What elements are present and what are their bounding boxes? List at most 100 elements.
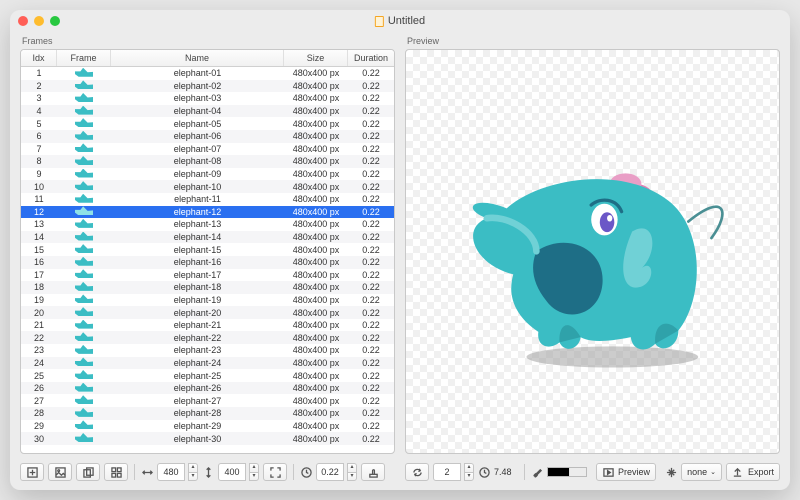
- height-step-up[interactable]: ▴: [249, 463, 259, 472]
- table-row[interactable]: 27elephant-27480x400 px0.22: [21, 394, 394, 407]
- width-step-down[interactable]: ▾: [188, 472, 198, 481]
- cell-size: 480x400 px: [284, 144, 348, 154]
- frame-number-input[interactable]: 2: [433, 463, 461, 481]
- table-row[interactable]: 3elephant-03480x400 px0.22: [21, 92, 394, 105]
- table-row[interactable]: 17elephant-17480x400 px0.22: [21, 269, 394, 282]
- grid-view-button[interactable]: [104, 463, 128, 481]
- table-row[interactable]: 5elephant-05480x400 px0.22: [21, 117, 394, 130]
- table-row[interactable]: 23elephant-23480x400 px0.22: [21, 344, 394, 357]
- height-step-down[interactable]: ▾: [249, 472, 259, 481]
- width-step-up[interactable]: ▴: [188, 463, 198, 472]
- preview-button[interactable]: Preview: [596, 463, 656, 481]
- duplicate-button[interactable]: [76, 463, 100, 481]
- col-frame[interactable]: Frame: [57, 50, 111, 66]
- cell-name: elephant-11: [111, 194, 284, 204]
- table-row[interactable]: 19elephant-19480x400 px0.22: [21, 294, 394, 307]
- table-row[interactable]: 20elephant-20480x400 px0.22: [21, 306, 394, 319]
- table-row[interactable]: 28elephant-28480x400 px0.22: [21, 407, 394, 420]
- zoom-window-button[interactable]: [50, 16, 60, 26]
- table-row[interactable]: 21elephant-21480x400 px0.22: [21, 319, 394, 332]
- cell-duration: 0.22: [348, 232, 394, 242]
- total-time-value: 7.48: [494, 467, 518, 477]
- elephant-thumbnail-icon: [75, 106, 93, 115]
- col-duration[interactable]: Duration: [348, 50, 394, 66]
- frames-table-body[interactable]: 1elephant-01480x400 px0.222elephant-0248…: [21, 67, 394, 453]
- cell-size: 480x400 px: [284, 333, 348, 343]
- cell-name: elephant-09: [111, 169, 284, 179]
- cell-name: elephant-01: [111, 68, 284, 78]
- cell-duration: 0.22: [348, 257, 394, 267]
- apply-duration-button[interactable]: [361, 463, 385, 481]
- background-color-swatch[interactable]: [547, 467, 587, 477]
- height-input[interactable]: 400: [218, 463, 246, 481]
- cell-idx: 12: [21, 207, 57, 217]
- export-button[interactable]: Export: [726, 463, 780, 481]
- import-image-button[interactable]: [48, 463, 72, 481]
- preview-canvas[interactable]: [405, 49, 780, 454]
- cell-thumbnail: [57, 345, 111, 356]
- cell-idx: 29: [21, 421, 57, 431]
- cell-duration: 0.22: [348, 207, 394, 217]
- elephant-thumbnail-icon: [75, 219, 93, 228]
- table-row[interactable]: 1elephant-01480x400 px0.22: [21, 67, 394, 80]
- duration-step-down[interactable]: ▾: [347, 472, 357, 481]
- table-row[interactable]: 16elephant-16480x400 px0.22: [21, 256, 394, 269]
- cell-size: 480x400 px: [284, 282, 348, 292]
- table-row[interactable]: 14elephant-14480x400 px0.22: [21, 231, 394, 244]
- cell-size: 480x400 px: [284, 219, 348, 229]
- cell-name: elephant-04: [111, 106, 284, 116]
- table-row[interactable]: 25elephant-25480x400 px0.22: [21, 369, 394, 382]
- table-row[interactable]: 8elephant-08480x400 px0.22: [21, 155, 394, 168]
- cell-duration: 0.22: [348, 81, 394, 91]
- elephant-thumbnail-icon: [75, 345, 93, 354]
- cell-thumbnail: [57, 232, 111, 243]
- table-row[interactable]: 11elephant-11480x400 px0.22: [21, 193, 394, 206]
- table-row[interactable]: 15elephant-15480x400 px0.22: [21, 243, 394, 256]
- cell-idx: 27: [21, 396, 57, 406]
- add-frame-button[interactable]: [20, 463, 44, 481]
- table-row[interactable]: 2elephant-02480x400 px0.22: [21, 80, 394, 93]
- cell-thumbnail: [57, 269, 111, 280]
- cell-duration: 0.22: [348, 308, 394, 318]
- cell-thumbnail: [57, 194, 111, 205]
- loop-button[interactable]: [405, 463, 429, 481]
- cell-name: elephant-20: [111, 308, 284, 318]
- cell-thumbnail: [57, 244, 111, 255]
- table-row[interactable]: 6elephant-06480x400 px0.22: [21, 130, 394, 143]
- table-row[interactable]: 26elephant-26480x400 px0.22: [21, 382, 394, 395]
- col-idx[interactable]: Idx: [21, 50, 57, 66]
- col-name[interactable]: Name: [111, 50, 284, 66]
- chevron-updown-icon: ⌄: [710, 469, 716, 476]
- table-row[interactable]: 4elephant-04480x400 px0.22: [21, 105, 394, 118]
- table-row[interactable]: 9elephant-09480x400 px0.22: [21, 168, 394, 181]
- duration-input[interactable]: 0.22: [316, 463, 344, 481]
- table-row[interactable]: 10elephant-10480x400 px0.22: [21, 180, 394, 193]
- elephant-thumbnail-icon: [75, 320, 93, 329]
- frame-step-up[interactable]: ▴: [464, 463, 474, 472]
- cell-size: 480x400 px: [284, 295, 348, 305]
- table-row[interactable]: 24elephant-24480x400 px0.22: [21, 357, 394, 370]
- cell-idx: 4: [21, 106, 57, 116]
- cell-duration: 0.22: [348, 358, 394, 368]
- table-row[interactable]: 13elephant-13480x400 px0.22: [21, 218, 394, 231]
- duration-step-up[interactable]: ▴: [347, 463, 357, 472]
- table-row[interactable]: 18elephant-18480x400 px0.22: [21, 281, 394, 294]
- titlebar: Untitled: [10, 10, 790, 32]
- cell-duration: 0.22: [348, 169, 394, 179]
- cell-size: 480x400 px: [284, 345, 348, 355]
- table-row[interactable]: 12elephant-12480x400 px0.22: [21, 206, 394, 219]
- apply-size-button[interactable]: [263, 463, 287, 481]
- minimize-window-button[interactable]: [34, 16, 44, 26]
- table-row[interactable]: 22elephant-22480x400 px0.22: [21, 331, 394, 344]
- col-size[interactable]: Size: [284, 50, 348, 66]
- table-row[interactable]: 30elephant-30480x400 px0.22: [21, 432, 394, 445]
- table-row[interactable]: 29elephant-29480x400 px0.22: [21, 420, 394, 433]
- cell-thumbnail: [57, 106, 111, 117]
- frame-step-down[interactable]: ▾: [464, 472, 474, 481]
- elephant-thumbnail-icon: [75, 156, 93, 165]
- scale-select[interactable]: none ⌄: [681, 463, 722, 481]
- close-window-button[interactable]: [18, 16, 28, 26]
- table-row[interactable]: 7elephant-07480x400 px0.22: [21, 143, 394, 156]
- width-input[interactable]: 480: [157, 463, 185, 481]
- plus-box-icon: [26, 466, 38, 478]
